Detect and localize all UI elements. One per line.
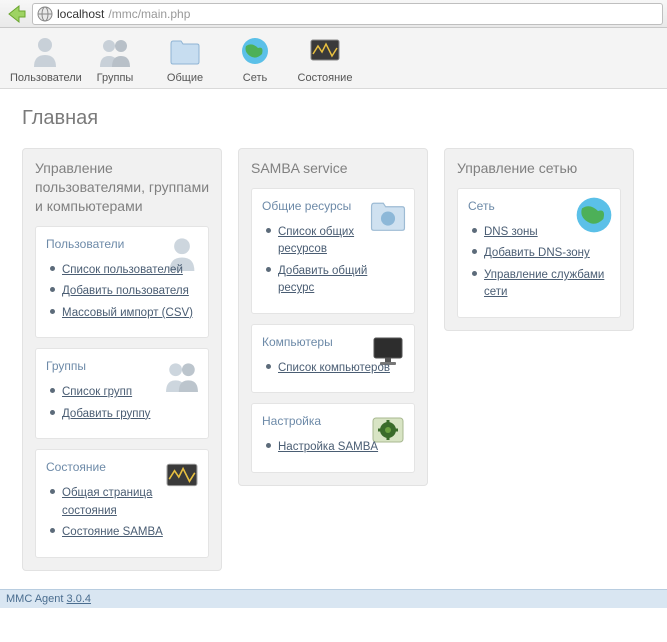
back-button[interactable] [4, 2, 28, 26]
browser-address-bar: localhost/mmc/main.php [0, 0, 667, 28]
toolbar-label: Пользователи [10, 72, 80, 84]
monitor-icon [290, 32, 360, 70]
page-body: Главная Управление пользователями, групп… [0, 89, 667, 589]
footer-text: MMC Agent [6, 593, 67, 605]
card-computers: Компьютеры Список компьютеров [251, 324, 415, 394]
link-add-dns[interactable]: Добавить DNS-зону [484, 247, 590, 259]
list-item: Добавить пользователя [48, 282, 198, 300]
toolbar-groups[interactable]: Группы [80, 30, 150, 84]
list-item: Состояние SAMBA [48, 523, 198, 541]
toolbar-label: Сеть [220, 72, 290, 84]
list-item: Массовый импорт (CSV) [48, 304, 198, 322]
globe-icon [220, 32, 290, 70]
card-groups: Группы Список групп Добавить группу [35, 348, 209, 439]
card-network: Сеть DNS зоны Добавить DNS-зону Управлен… [457, 188, 621, 318]
toolbar-label: Группы [80, 72, 150, 84]
column-network: Управление сетью Сеть DNS зоны Добавить … [444, 148, 634, 331]
main-toolbar: Пользователи Группы Общие Сеть Состояние [0, 28, 667, 89]
list-item: Список компьютеров [264, 359, 404, 377]
list-item: Управление службами сети [470, 266, 610, 301]
toolbar-users[interactable]: Пользователи [10, 30, 80, 84]
card-status: Состояние Общая страница состояния Состо… [35, 449, 209, 558]
url-path: /mmc/main.php [108, 7, 190, 21]
user-icon [10, 32, 80, 70]
list-item: Список групп [48, 383, 198, 401]
list-item: DNS зоны [470, 223, 610, 241]
link-share-list[interactable]: Список общих ресурсов [278, 226, 354, 256]
link-group-list[interactable]: Список групп [62, 386, 132, 398]
link-dns-zones[interactable]: DNS зоны [484, 226, 538, 238]
list-item: Список общих ресурсов [264, 223, 404, 258]
footer-version-link[interactable]: 3.0.4 [67, 593, 91, 605]
link-computer-list[interactable]: Список компьютеров [278, 362, 390, 374]
group-icon [80, 32, 150, 70]
link-add-user[interactable]: Добавить пользователя [62, 285, 189, 297]
url-input[interactable]: localhost/mmc/main.php [32, 3, 663, 25]
site-icon [37, 6, 53, 22]
link-add-group[interactable]: Добавить группу [62, 408, 150, 420]
column-title: Управление пользователями, группами и ко… [35, 159, 209, 216]
url-host: localhost [57, 7, 104, 21]
column-title: Управление сетью [457, 159, 621, 178]
link-status-page[interactable]: Общая страница состояния [62, 487, 152, 517]
link-csv-import[interactable]: Массовый импорт (CSV) [62, 307, 193, 319]
toolbar-status[interactable]: Состояние [290, 30, 360, 84]
list-item: Настройка SAMBA [264, 438, 404, 456]
page-title: Главная [22, 107, 645, 130]
link-samba-config[interactable]: Настройка SAMBA [278, 441, 378, 453]
toolbar-shares[interactable]: Общие [150, 30, 220, 84]
dashboard-columns: Управление пользователями, группами и ко… [22, 148, 645, 571]
column-title: SAMBA service [251, 159, 415, 178]
link-samba-status[interactable]: Состояние SAMBA [62, 526, 163, 538]
link-add-share[interactable]: Добавить общий ресурс [278, 265, 367, 295]
card-shares: Общие ресурсы Список общих ресурсов Доба… [251, 188, 415, 314]
folder-icon [150, 32, 220, 70]
column-samba: SAMBA service Общие ресурсы Список общих… [238, 148, 428, 486]
list-item: Список пользователей [48, 261, 198, 279]
card-users: Пользователи Список пользователей Добави… [35, 226, 209, 339]
footer-bar: MMC Agent 3.0.4 [0, 589, 667, 608]
toolbar-label: Общие [150, 72, 220, 84]
toolbar-network[interactable]: Сеть [220, 30, 290, 84]
column-user-management: Управление пользователями, группами и ко… [22, 148, 222, 571]
link-user-list[interactable]: Список пользователей [62, 264, 183, 276]
list-item: Добавить DNS-зону [470, 244, 610, 262]
card-config: Настройка Настройка SAMBA [251, 403, 415, 473]
list-item: Добавить группу [48, 405, 198, 423]
list-item: Добавить общий ресурс [264, 262, 404, 297]
list-item: Общая страница состояния [48, 484, 198, 519]
link-net-services[interactable]: Управление службами сети [484, 269, 604, 299]
toolbar-label: Состояние [290, 72, 360, 84]
